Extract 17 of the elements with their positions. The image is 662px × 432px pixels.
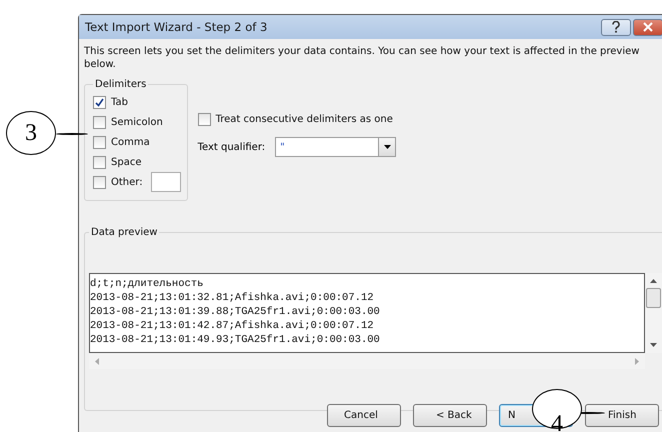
checkbox-label: Space [111, 156, 142, 168]
callout-number-overlay: 3 [6, 111, 56, 155]
instruction-text: This screen lets you set the delimiters your data contains. You can see how your text is affected in the preview below. [84, 45, 640, 71]
window-title: Text Import Wizard - Step 2 of 3 [85, 20, 268, 34]
preview-line: 2013-08-21;13:01:32.81;Afishka.avi;0:00:07.12 [90, 291, 375, 305]
checkbox-label: Other: [111, 176, 143, 188]
preview-line: 2013-08-21;13:01:49.93;TGA25fr1.avi;0:00:03.00 [90, 333, 381, 347]
preview-line: d;t;n;длительность [90, 277, 204, 291]
checkbox-label: Tab [111, 96, 128, 108]
preview-line: 2013-08-21;13:01:39.88;TGA25fr1.avi;0:00:03.00 [90, 305, 381, 319]
checkbox-label: Semicolon [111, 116, 163, 128]
checkbox-label: Comma [111, 136, 150, 148]
group-title: Delimiters [94, 79, 148, 90]
preview-line: 2013-08-21;13:01:42.87;Afishka.avi;0:00:07.12 [90, 319, 375, 333]
qualifier-label: Text qualifier: [198, 142, 266, 152]
checkbox-label: Treat consecutive delimiters as one [216, 114, 393, 124]
group-title: Data preview [90, 227, 158, 238]
